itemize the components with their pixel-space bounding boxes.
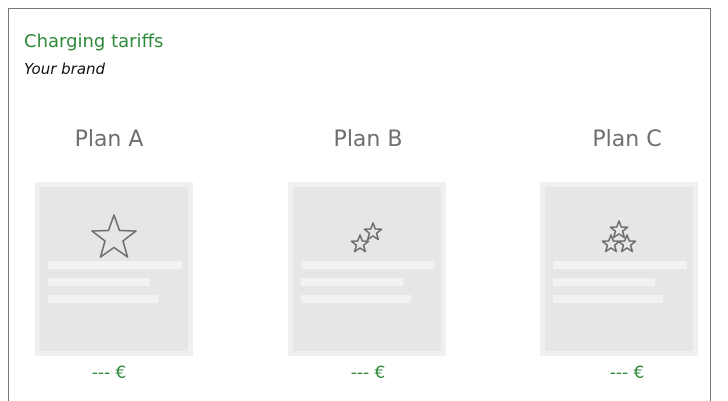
plan-a-card[interactable]: [35, 182, 193, 356]
tariff-panel: Charging tariffs Your brand Plan A --- €…: [8, 8, 711, 401]
single-star-icon: [91, 214, 137, 258]
plan-b-card[interactable]: [288, 182, 446, 356]
plan-c-placeholder-line-3: [553, 295, 663, 303]
plan-a-placeholder-line-3: [48, 295, 158, 303]
plan-b-placeholder-line-1: [301, 261, 435, 269]
plan-a-price: --- €: [91, 363, 127, 383]
plan-b-placeholder-line-2: [301, 278, 403, 286]
brand-subtitle: Your brand: [24, 60, 106, 78]
plan-c-name: Plan C: [592, 127, 662, 152]
plan-a-placeholder-line-2: [48, 278, 150, 286]
page-title: Charging tariffs: [24, 31, 164, 52]
plan-b-price: --- €: [350, 363, 386, 383]
plan-c-price: --- €: [609, 363, 645, 383]
three-stars-icon: [601, 220, 637, 253]
plan-c-placeholder-line-1: [553, 261, 687, 269]
plan-b-placeholder-line-3: [301, 295, 411, 303]
plan-b-name: Plan B: [333, 127, 403, 152]
plan-c-card[interactable]: [540, 182, 698, 356]
two-stars-icon: [350, 222, 383, 253]
plan-a-placeholder-line-1: [48, 261, 182, 269]
plan-c-placeholder-line-2: [553, 278, 655, 286]
plan-a-name: Plan A: [74, 127, 144, 152]
